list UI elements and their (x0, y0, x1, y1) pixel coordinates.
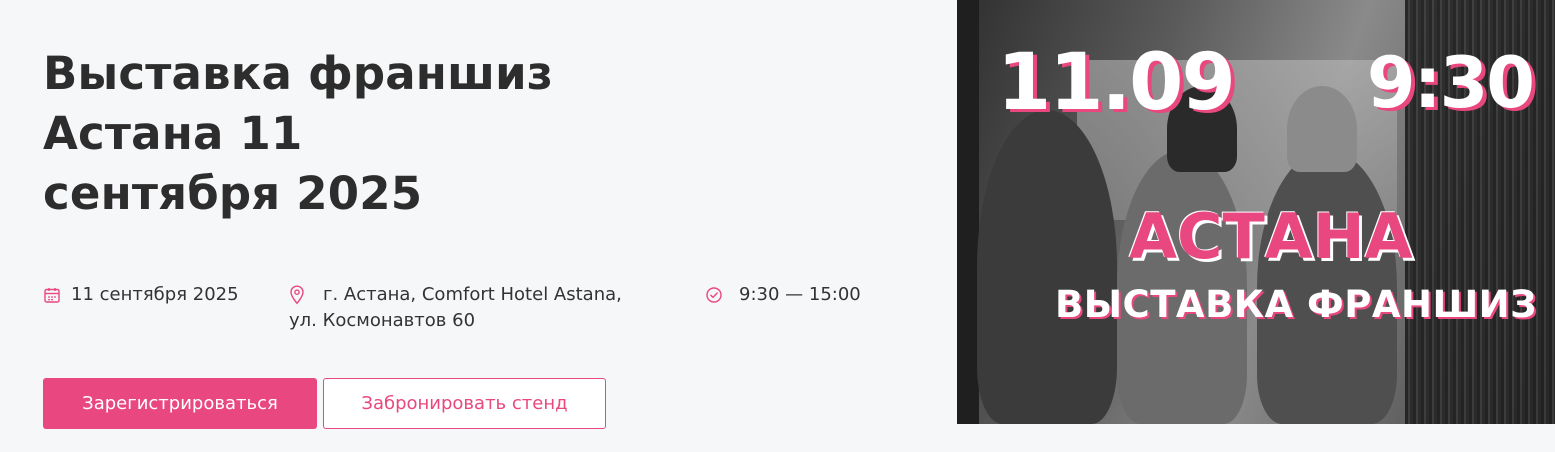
location-pin-icon (289, 282, 309, 308)
clock-icon (705, 282, 725, 308)
event-address-line-2: ул. Космонавтов 60 (289, 310, 476, 331)
event-location: г. Астана, Comfort Hotel Astana, ул. Кос… (289, 282, 649, 331)
event-address-line-1: г. Астана, Comfort Hotel Astana, (323, 284, 622, 305)
event-time: 9:30 — 15:00 (705, 282, 861, 308)
banner-time: 9:30 (1366, 42, 1535, 124)
event-title-line-3: сентября 2025 (43, 167, 423, 220)
event-page: Выставка франшиз Астана 11 сентября 2025 (0, 0, 1555, 452)
banner-subtitle: ВЫСТАВКА ФРАНШИЗ (1055, 283, 1537, 326)
book-stand-button[interactable]: Забронировать стенд (323, 378, 606, 429)
event-date-text: 11 сентября 2025 (71, 284, 239, 305)
event-time-text: 9:30 — 15:00 (739, 284, 861, 305)
event-banner-image: 11.09 9:30 АСТАНА ВЫСТАВКА ФРАНШИЗ (957, 0, 1555, 424)
event-title-line-1: Выставка франшиз (43, 47, 554, 100)
calendar-icon (43, 282, 63, 308)
banner-city: АСТАНА (1129, 200, 1413, 273)
event-title: Выставка франшиз Астана 11 сентября 2025 (43, 44, 923, 224)
banner-person-back (977, 110, 1117, 424)
event-date: 11 сентября 2025 (43, 282, 239, 308)
banner-date: 11.09 (997, 38, 1236, 128)
banner-person-right-head (1287, 86, 1357, 172)
register-button[interactable]: Зарегистрироваться (43, 378, 317, 429)
event-title-line-2: Астана 11 (43, 107, 303, 160)
banner-frame (957, 0, 979, 424)
event-header: Выставка франшиз Астана 11 сентября 2025 (43, 44, 923, 224)
event-meta: 11 сентября 2025 г. Астана, Comfort Hote… (43, 282, 923, 342)
